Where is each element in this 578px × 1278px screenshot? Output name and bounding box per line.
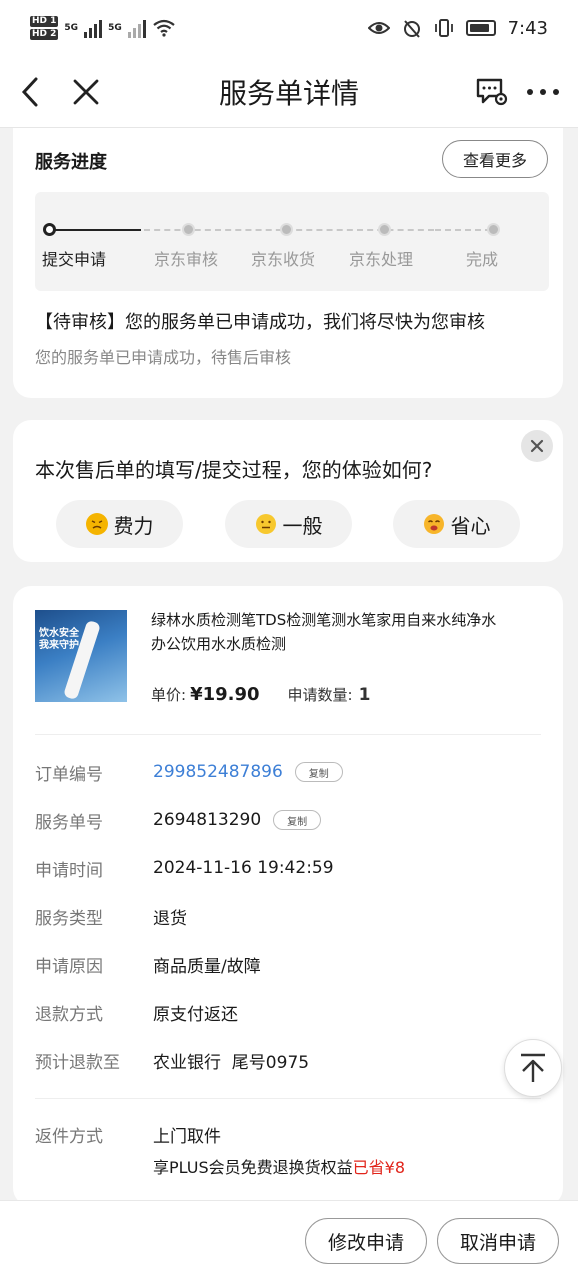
step-label-review: 京东审核 (154, 250, 219, 269)
battery-icon (465, 20, 496, 36)
step-dot (378, 223, 391, 236)
plus-saved-amount: 已省¥8 (352, 1158, 406, 1177)
chevron-left-icon (21, 77, 38, 107)
chat-settings-icon (476, 78, 508, 106)
more-dots-icon (527, 89, 559, 95)
survey-option-easy[interactable]: 省心 (393, 500, 520, 548)
step-label-complete: 完成 (466, 250, 499, 269)
network-type-2: 5G (108, 23, 122, 33)
experience-survey-card: 本次售后单的填写/提交过程，您的体验如何? 费力 一般 省心 (13, 420, 563, 562)
order-number-row: 订单编号 299852487896 复制 (35, 758, 541, 786)
wifi-icon (153, 19, 175, 37)
service-type-value: 退货 (153, 908, 187, 929)
step-label-submit: 提交申请 (42, 250, 107, 269)
reason-row: 申请原因 商品质量/故障 (35, 950, 541, 978)
apply-time-row: 申请时间 2024-11-16 19:42:59 (35, 854, 541, 882)
status-bar: HD 1 HD 2 5G 5G 7:43 (0, 0, 578, 56)
hd1-badge: HD 1 (30, 16, 59, 27)
refund-to-label: 预计退款至 (35, 1052, 120, 1073)
copy-service-number-button[interactable]: 复制 (273, 810, 322, 830)
arrow-up-icon (521, 1053, 545, 1082)
service-type-label: 服务类型 (35, 908, 103, 929)
close-icon (73, 79, 99, 105)
refund-method-row: 退款方式 原支付返还 (35, 998, 541, 1026)
cancel-application-button[interactable]: 取消申请 (437, 1218, 559, 1264)
service-number-row: 服务单号 2694813290 复制 (35, 806, 541, 834)
signal-icon-2 (127, 18, 146, 38)
frustrated-face-icon (85, 513, 108, 535)
return-method-value: 上门取件 (153, 1126, 221, 1147)
divider (35, 734, 541, 735)
apply-time-value: 2024-11-16 19:42:59 (153, 858, 334, 878)
hd2-badge: HD 2 (30, 29, 59, 40)
step-connector (53, 229, 141, 231)
status-submessage: 您的服务单已申请成功，待售后审核 (35, 348, 292, 367)
survey-close-button[interactable] (521, 430, 553, 462)
service-number-label: 服务单号 (35, 812, 103, 833)
divider (35, 1098, 541, 1099)
more-menu-button[interactable] (522, 74, 564, 110)
network-type-1: 5G (64, 23, 79, 33)
refund-to-value: 农业银行 尾号0975 (153, 1052, 310, 1073)
reason-value: 商品质量/故障 (153, 956, 261, 977)
price-label: 单价: (151, 686, 187, 704)
progress-title: 服务进度 (35, 152, 107, 173)
nav-bar: 服务单详情 (0, 56, 578, 128)
refund-to-row: 预计退款至 农业银行 尾号0975 (35, 1046, 541, 1074)
vibrate-icon (434, 19, 453, 37)
alarm-off-icon (403, 20, 420, 38)
price-row: 单价: ¥19.90 申请数量: 1 (151, 684, 370, 705)
product-image-text: 饮水安全 我来守护 (39, 628, 79, 651)
step-dot (280, 223, 293, 236)
survey-option-label: 费力 (113, 513, 154, 538)
bottom-action-bar: 修改申请 取消申请 (0, 1200, 578, 1278)
survey-option-label: 一般 (282, 513, 323, 538)
step-connector-pending (435, 229, 491, 231)
step-dot (182, 223, 195, 236)
refund-method-label: 退款方式 (35, 1004, 103, 1025)
relieved-face-icon (423, 513, 445, 535)
return-method-row: 返件方式 上门取件 (35, 1120, 541, 1148)
survey-option-label: 省心 (450, 513, 491, 538)
plus-benefit-text: 享PLUS会员免费退换货权益 (153, 1158, 353, 1177)
signal-icon (84, 18, 103, 38)
back-to-top-button[interactable] (504, 1039, 562, 1097)
clock-time: 7:43 (507, 17, 548, 39)
service-type-row: 服务类型 退货 (35, 902, 541, 930)
quantity-label: 申请数量: (287, 686, 353, 704)
service-progress-card: 服务进度 查看更多 提交申请 京东审核 京东收货 京东处理 完成 【待审核】您的… (13, 128, 563, 398)
close-icon (530, 439, 544, 453)
survey-question: 本次售后单的填写/提交过程，您的体验如何? (35, 458, 433, 482)
product-image[interactable]: 饮水安全 我来守护 (35, 610, 127, 702)
plus-benefit-note: 享PLUS会员免费退换货权益已省¥8 (153, 1154, 405, 1178)
service-detail-card: 饮水安全 我来守护 绿林水质检测笔TDS检测笔测水笔家用自来水纯净水办公饮用水水… (13, 586, 563, 1206)
survey-option-normal[interactable]: 一般 (225, 500, 352, 548)
apply-time-label: 申请时间 (35, 860, 103, 881)
survey-option-hard[interactable]: 费力 (56, 500, 183, 548)
modify-application-button[interactable]: 修改申请 (305, 1218, 427, 1264)
reason-label: 申请原因 (35, 956, 103, 977)
copy-order-number-button[interactable]: 复制 (294, 762, 343, 782)
return-method-label: 返件方式 (35, 1126, 103, 1147)
back-button[interactable] (14, 74, 46, 110)
quantity-value: 1 (358, 685, 371, 705)
step-dot-active (43, 223, 56, 236)
neutral-face-icon (255, 513, 277, 535)
step-label-process: 京东处理 (349, 250, 414, 269)
step-label-receive: 京东收货 (251, 250, 316, 269)
order-number-link[interactable]: 299852487896 (153, 762, 283, 782)
hd-indicators: HD 1 HD 2 (30, 16, 59, 40)
close-button[interactable] (68, 74, 104, 110)
progress-steps: 提交申请 京东审核 京东收货 京东处理 完成 (35, 192, 549, 291)
product-name[interactable]: 绿林水质检测笔TDS检测笔测水笔家用自来水纯净水办公饮用水水质检测 (151, 608, 501, 656)
unit-price: ¥19.90 (190, 684, 260, 705)
customer-service-button[interactable] (474, 74, 510, 110)
order-number-label: 订单编号 (35, 764, 103, 785)
refund-method-value: 原支付返还 (153, 1004, 238, 1025)
eye-icon (367, 22, 390, 34)
step-dot (487, 223, 500, 236)
view-more-button[interactable]: 查看更多 (442, 140, 548, 178)
status-message: 【待审核】您的服务单已申请成功，我们将尽快为您审核 (35, 312, 485, 333)
service-number-value: 2694813290 (153, 810, 262, 830)
